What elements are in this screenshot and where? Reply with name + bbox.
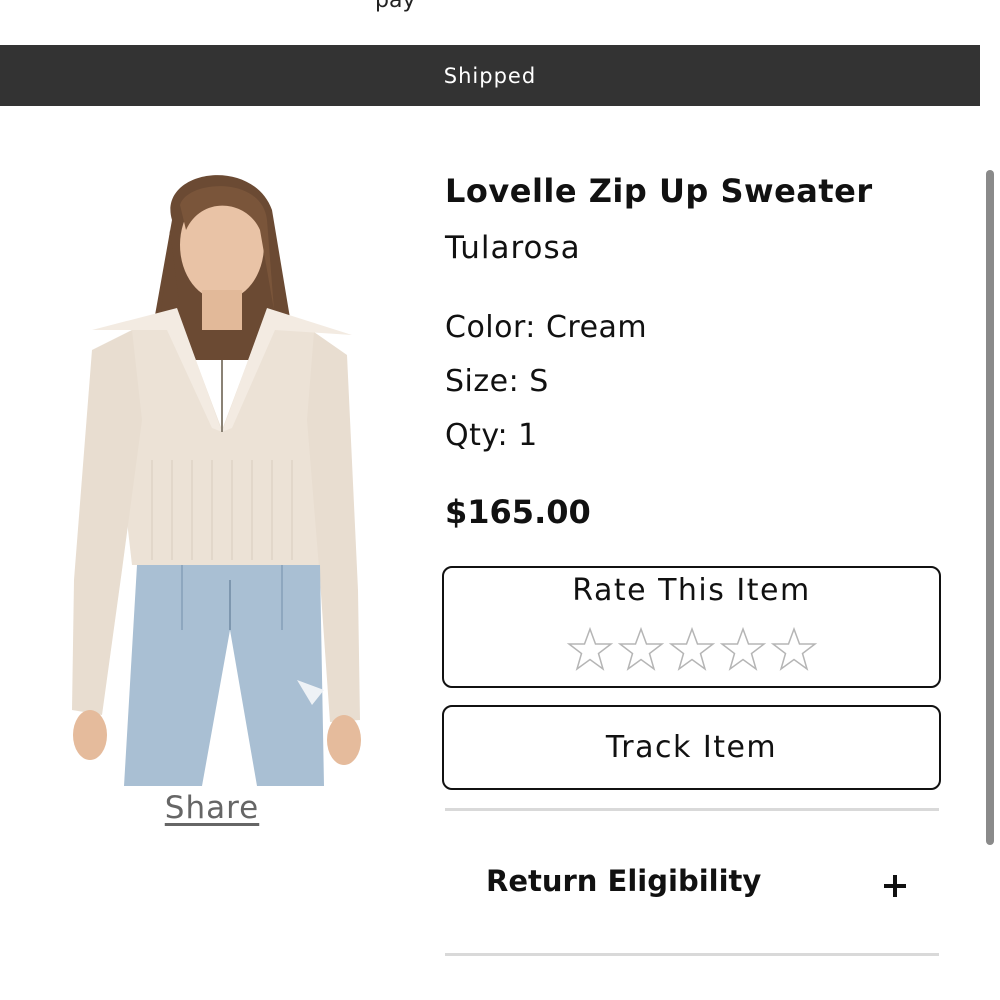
star-outline-icon[interactable] (566, 626, 614, 674)
scrollbar[interactable] (986, 170, 994, 845)
star-outline-icon[interactable] (668, 626, 716, 674)
rate-item-label: Rate This Item (572, 573, 811, 608)
product-price: $165.00 (445, 493, 591, 531)
share-link[interactable]: Share (160, 790, 264, 826)
return-eligibility-accordion[interactable]: Return Eligibility (445, 812, 939, 952)
product-quantity: Qty: 1 (445, 418, 538, 453)
status-label: Shipped (443, 63, 537, 88)
rate-item-box: Rate This Item (442, 566, 941, 688)
product-size: Size: S (445, 364, 549, 399)
star-rating (566, 626, 818, 674)
track-item-button[interactable]: Track Item (442, 705, 941, 790)
plus-icon[interactable] (882, 873, 908, 899)
divider (445, 953, 939, 956)
shipment-status-bar: Shipped (0, 45, 980, 106)
star-outline-icon[interactable] (770, 626, 818, 674)
previous-section-text: pay (375, 0, 416, 13)
star-outline-icon[interactable] (719, 626, 767, 674)
product-image[interactable] (62, 160, 368, 786)
product-brand: Tularosa (445, 230, 581, 266)
divider (445, 808, 939, 811)
product-color: Color: Cream (445, 310, 648, 345)
star-outline-icon[interactable] (617, 626, 665, 674)
product-title: Lovelle Zip Up Sweater (445, 172, 873, 210)
track-item-label: Track Item (605, 730, 778, 765)
return-eligibility-label: Return Eligibility (486, 864, 762, 898)
order-item-page: pay Shipped Share Lovelle Zip Up Sweater… (0, 0, 1000, 1000)
